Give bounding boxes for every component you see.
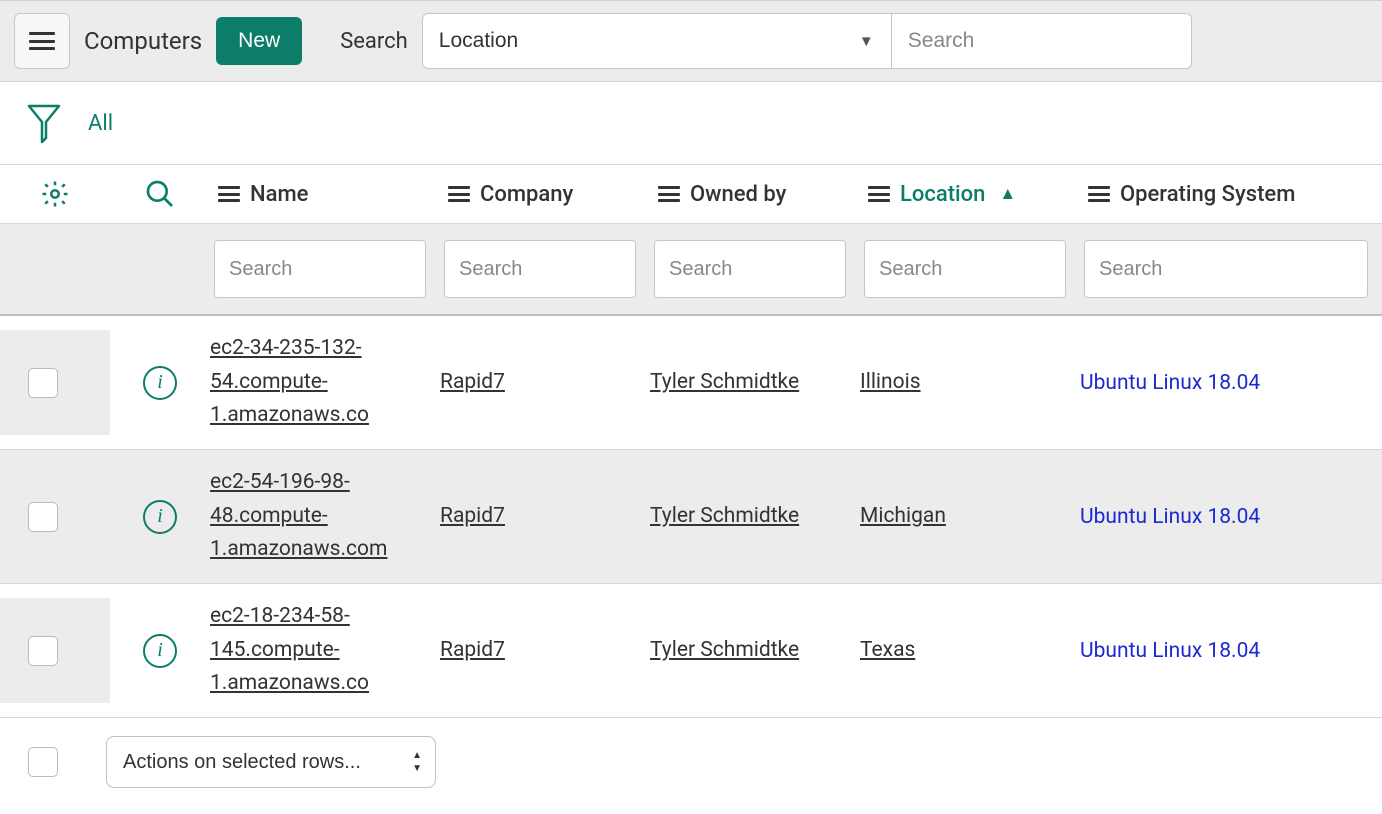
column-header-company[interactable]: Company: [440, 182, 650, 207]
info-cell: i: [110, 634, 210, 668]
column-header-label: Operating System: [1120, 182, 1295, 207]
column-search-company[interactable]: [444, 240, 636, 298]
gear-icon[interactable]: [40, 179, 70, 209]
cell-owned-by[interactable]: Tyler Schmidtke: [650, 500, 860, 534]
filter-all-link[interactable]: All: [88, 111, 113, 136]
column-header-label: Company: [480, 182, 573, 207]
search-label: Search: [340, 29, 408, 54]
column-menu-icon: [658, 186, 680, 202]
cell-os[interactable]: Ubuntu Linux 18.04: [1080, 371, 1382, 395]
cell-location[interactable]: Texas: [860, 634, 1080, 668]
search-icon[interactable]: [144, 178, 176, 210]
column-header-label: Owned by: [690, 182, 786, 207]
checkbox-cell: [0, 464, 110, 569]
cell-name[interactable]: ec2-34-235-132-54.compute-1.amazonaws.co: [210, 332, 440, 433]
page-title: Computers: [84, 27, 202, 55]
search-field-select-wrapper: ▼: [422, 13, 892, 69]
column-menu-icon: [1088, 186, 1110, 202]
search-field-select[interactable]: [422, 13, 892, 69]
toolbar: Computers New Search ▼: [0, 0, 1382, 82]
cell-company[interactable]: Rapid7: [440, 366, 650, 400]
table-search-cell: [110, 178, 210, 210]
column-search-location[interactable]: [864, 240, 1066, 298]
cell-location[interactable]: Illinois: [860, 366, 1080, 400]
row-checkbox[interactable]: [28, 502, 58, 532]
footer: ▲▼: [0, 718, 1382, 806]
sort-asc-icon: ▲: [999, 184, 1016, 204]
cell-location[interactable]: Michigan: [860, 500, 1080, 534]
checkbox-cell: [0, 330, 110, 435]
new-button[interactable]: New: [216, 17, 302, 65]
menu-button[interactable]: [14, 13, 70, 69]
cell-name[interactable]: ec2-18-234-58-145.compute-1.amazonaws.co: [210, 600, 440, 701]
column-search-owned-by[interactable]: [654, 240, 846, 298]
row-checkbox[interactable]: [28, 636, 58, 666]
cell-company[interactable]: Rapid7: [440, 634, 650, 668]
cell-owned-by[interactable]: Tyler Schmidtke: [650, 366, 860, 400]
column-header-label: Location: [900, 182, 985, 207]
column-header-location[interactable]: Location ▲: [860, 182, 1080, 207]
actions-select[interactable]: [106, 736, 436, 788]
table-row: i ec2-18-234-58-145.compute-1.amazonaws.…: [0, 584, 1382, 718]
cell-os[interactable]: Ubuntu Linux 18.04: [1080, 639, 1382, 663]
table-row: i ec2-34-235-132-54.compute-1.amazonaws.…: [0, 316, 1382, 450]
info-cell: i: [110, 500, 210, 534]
search-input[interactable]: [892, 13, 1192, 69]
funnel-icon[interactable]: [26, 102, 62, 144]
cell-os[interactable]: Ubuntu Linux 18.04: [1080, 505, 1382, 529]
table-row: i ec2-54-196-98-48.compute-1.amazonaws.c…: [0, 450, 1382, 584]
column-header-os[interactable]: Operating System: [1080, 182, 1382, 207]
cell-name[interactable]: ec2-54-196-98-48.compute-1.amazonaws.com: [210, 466, 440, 567]
cell-company[interactable]: Rapid7: [440, 500, 650, 534]
info-icon[interactable]: i: [143, 366, 177, 400]
checkbox-cell: [0, 598, 110, 703]
cell-owned-by[interactable]: Tyler Schmidtke: [650, 634, 860, 668]
actions-select-wrapper: ▲▼: [106, 736, 436, 788]
row-checkbox[interactable]: [28, 368, 58, 398]
column-search-row: [0, 224, 1382, 316]
column-menu-icon: [868, 186, 890, 202]
column-search-name[interactable]: [214, 240, 426, 298]
settings-cell: [0, 179, 110, 209]
column-header-name[interactable]: Name: [210, 182, 440, 207]
column-header-owned-by[interactable]: Owned by: [650, 182, 860, 207]
info-icon[interactable]: i: [143, 500, 177, 534]
hamburger-icon: [29, 32, 55, 50]
filter-bar: All: [0, 82, 1382, 164]
select-all-checkbox[interactable]: [28, 747, 58, 777]
column-search-os[interactable]: [1084, 240, 1368, 298]
table-header: Name Company Owned by Location ▲ Operati…: [0, 164, 1382, 224]
column-header-label: Name: [250, 182, 308, 207]
info-cell: i: [110, 366, 210, 400]
column-menu-icon: [448, 186, 470, 202]
info-icon[interactable]: i: [143, 634, 177, 668]
column-menu-icon: [218, 186, 240, 202]
